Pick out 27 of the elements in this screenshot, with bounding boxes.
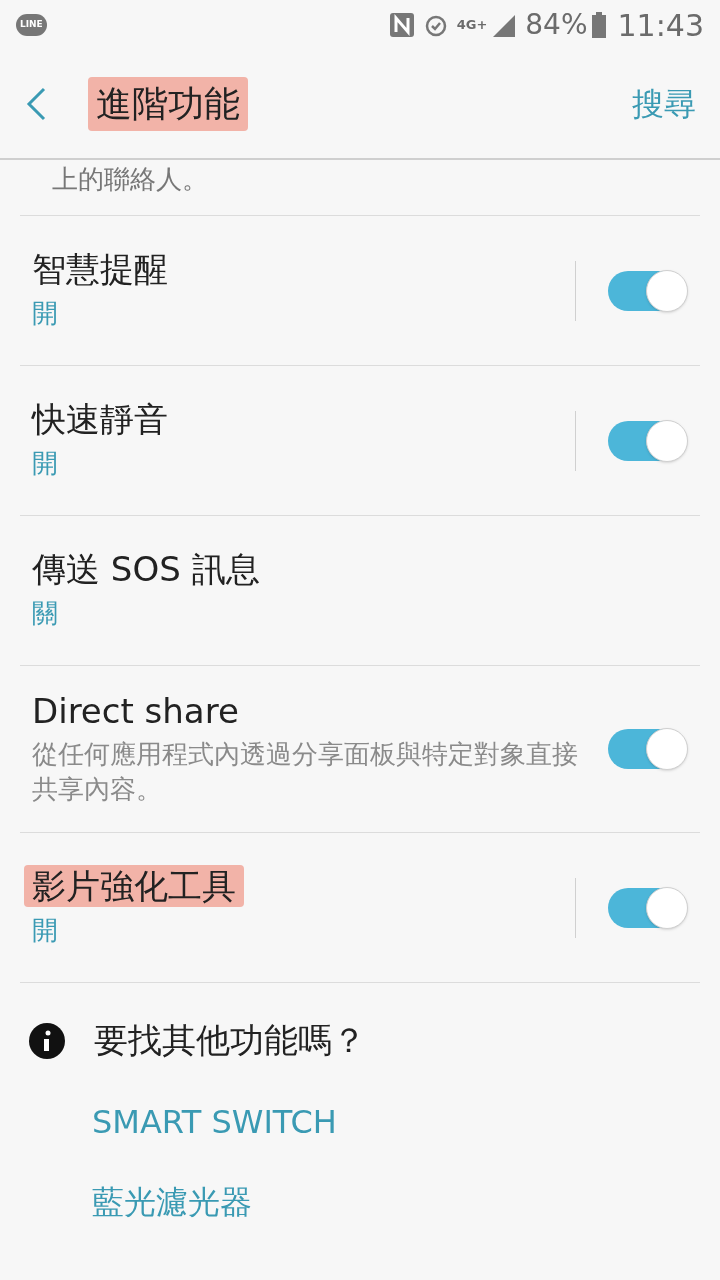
nfc-icon	[388, 12, 415, 38]
setting-status: 開	[32, 447, 58, 481]
battery-percent: 84%	[525, 7, 588, 43]
setting-description: 上的聯絡人。	[52, 164, 208, 194]
back-icon[interactable]	[24, 86, 48, 122]
battery-icon	[591, 12, 606, 38]
info-icon	[28, 1021, 66, 1060]
setting-title: Direct share	[32, 690, 239, 733]
setting-row[interactable]: 快速靜音 開	[20, 366, 700, 516]
setting-title: 影片強化工具	[24, 864, 244, 908]
setting-status: 開	[32, 297, 58, 331]
signal-icon	[491, 13, 518, 37]
setting-row[interactable]: 影片強化工具 開	[20, 833, 700, 983]
setting-title: 傳送 SOS 訊息	[32, 547, 260, 591]
setting-row[interactable]: Direct share 從任何應用程式內透過分享面板與特定對象直接共享內容。	[20, 666, 700, 833]
setting-status: 開	[32, 914, 58, 948]
page-title: 進階功能	[88, 77, 248, 131]
setting-row[interactable]: 傳送 SOS 訊息 關	[20, 516, 700, 666]
network-type: 4G+	[456, 16, 488, 35]
setting-status: 關	[32, 597, 58, 631]
chat-app-icon: LINE	[16, 14, 47, 36]
setting-title: 快速靜音	[32, 397, 168, 441]
setting-title: 智慧提醒	[32, 247, 168, 291]
setting-row[interactable]: 智慧提醒 開	[20, 216, 700, 366]
more-features-question: 要找其他功能嗎？	[94, 1019, 366, 1062]
setting-description: 從任何應用程式內透過分享面板與特定對象直接共享內容。	[32, 737, 579, 807]
clock: 11:43	[617, 6, 704, 45]
